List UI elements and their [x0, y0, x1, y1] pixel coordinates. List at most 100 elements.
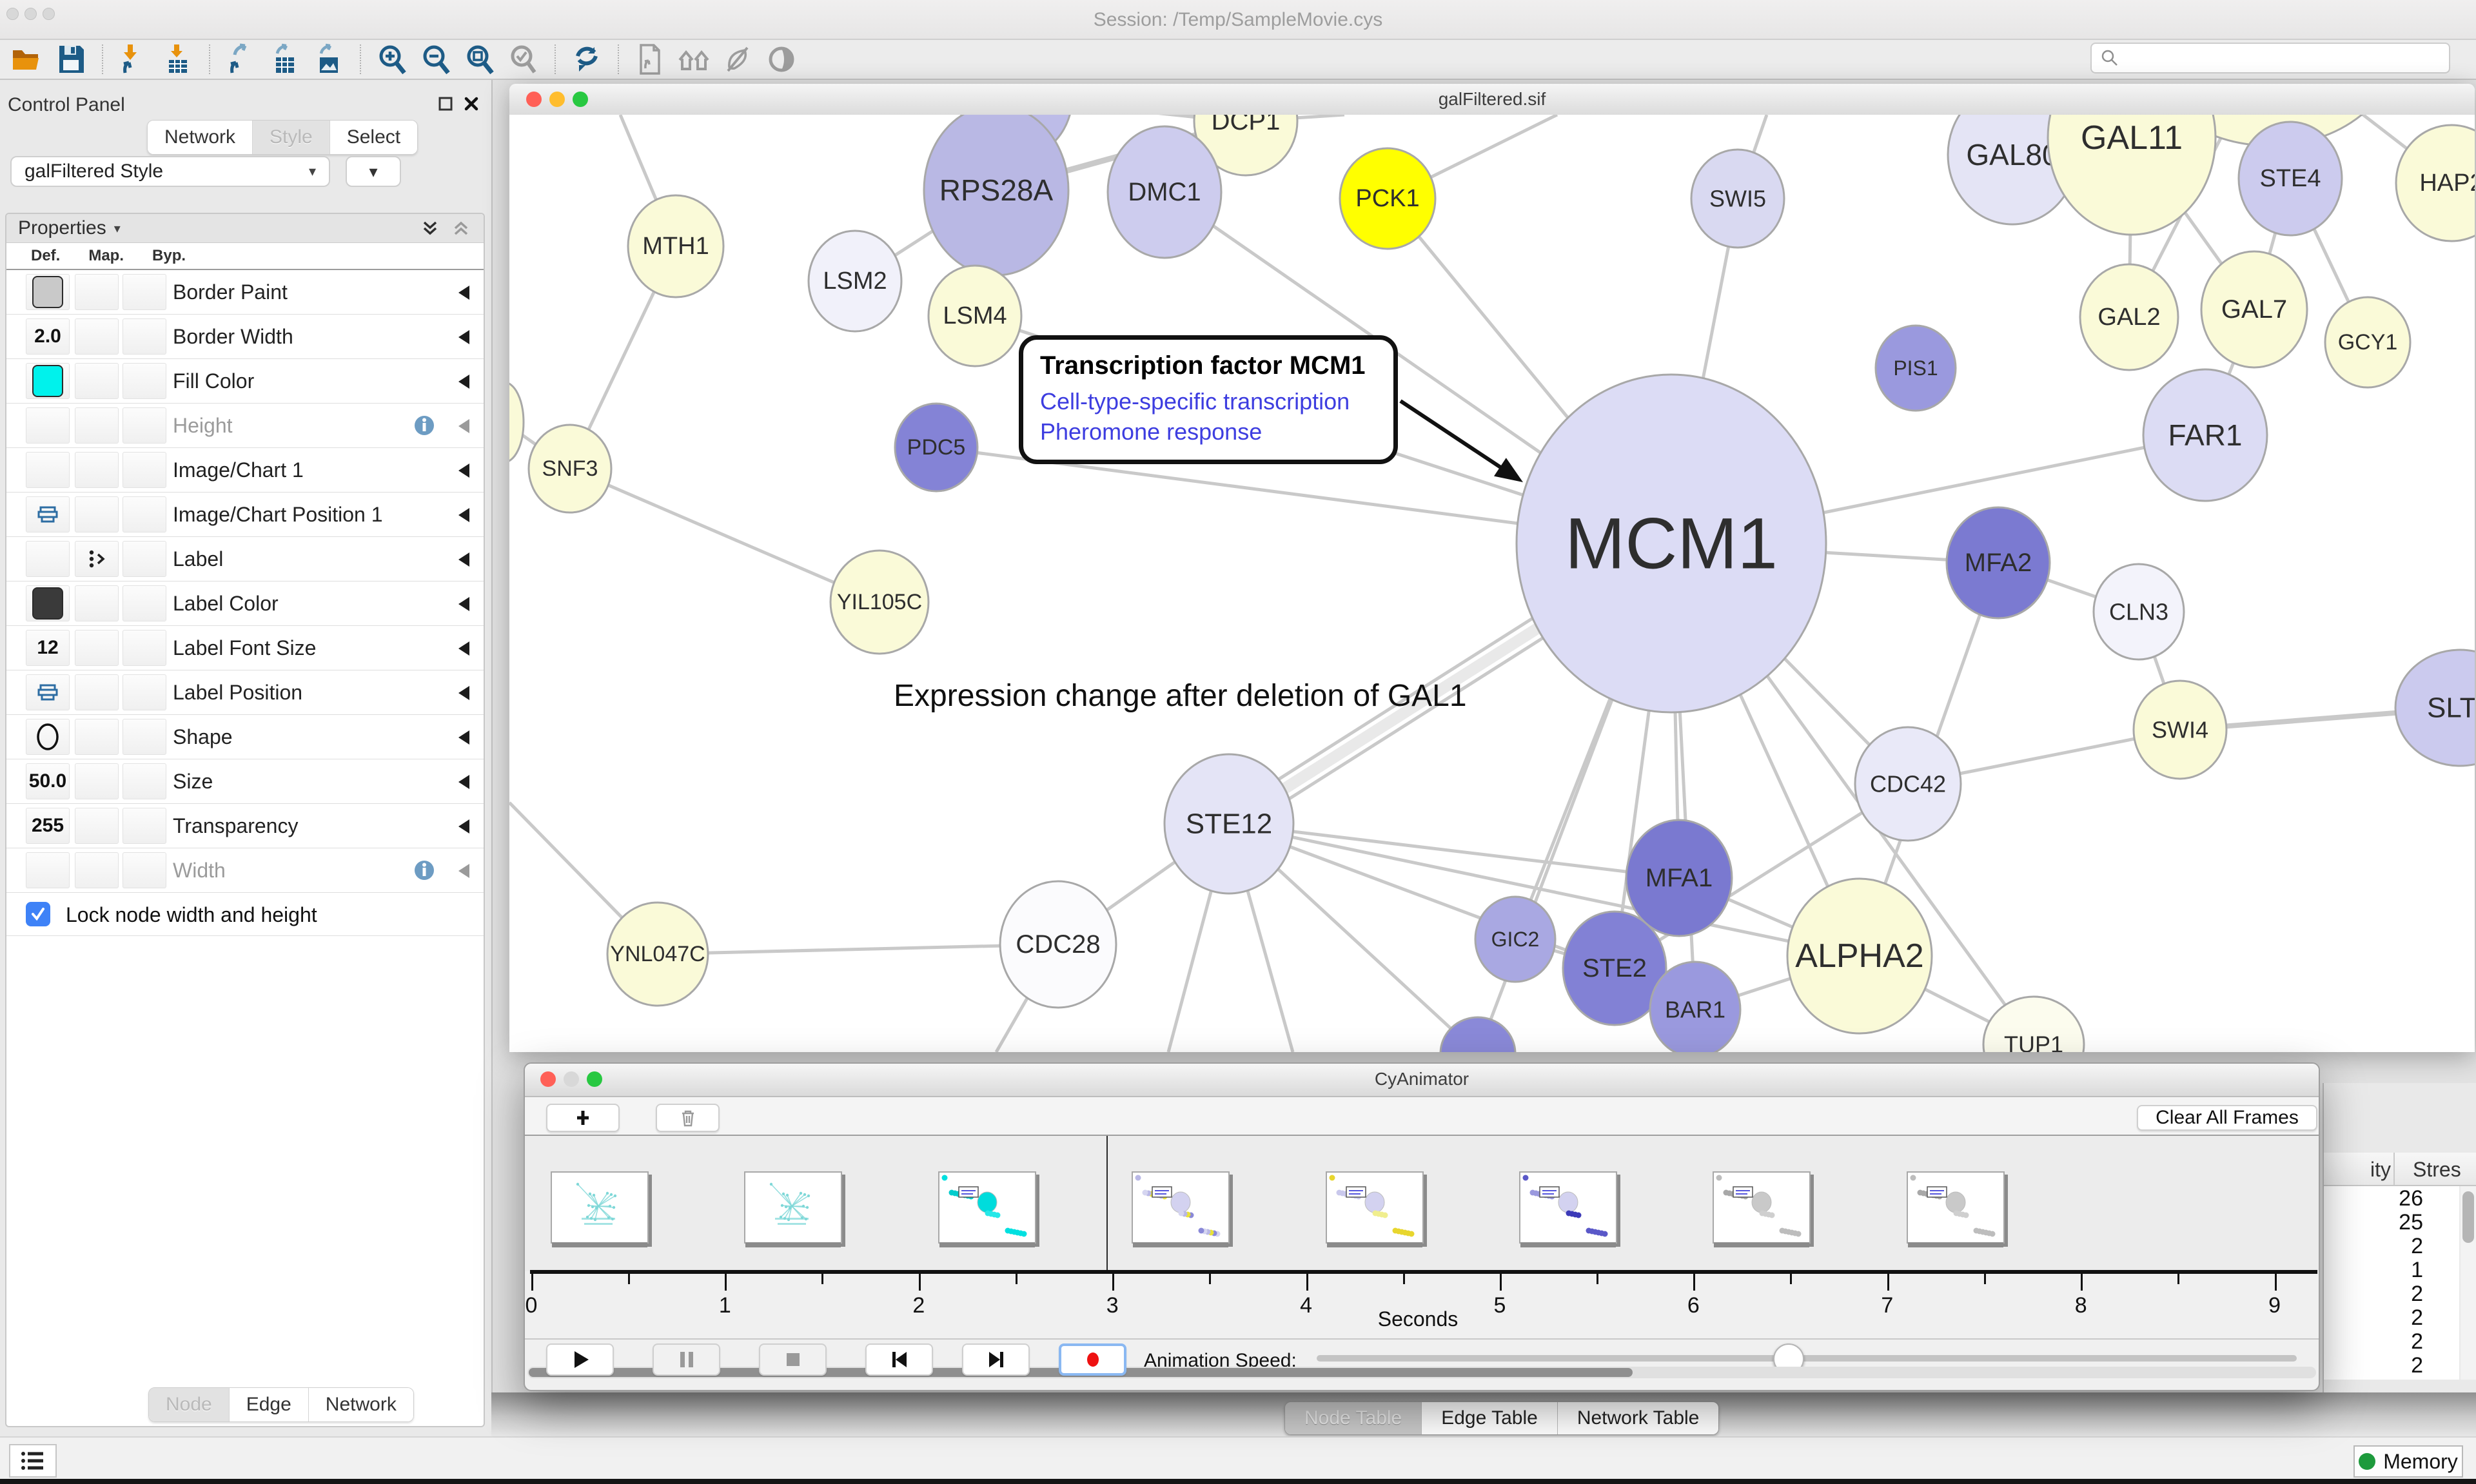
- zoom-in-icon[interactable]: [373, 42, 411, 77]
- bypass-cell[interactable]: [123, 630, 166, 666]
- network-node-HAP2[interactable]: HAP2: [2396, 125, 2475, 241]
- default-value-cell[interactable]: [26, 407, 70, 444]
- network-node-STE4[interactable]: STE4: [2239, 122, 2342, 235]
- record-button[interactable]: [1059, 1343, 1126, 1376]
- property-row-label[interactable]: Label: [6, 537, 484, 581]
- discrete-mapping-icon[interactable]: [75, 541, 119, 577]
- frame-thumbnail-0s[interactable]: [551, 1171, 649, 1244]
- table-row[interactable]: 2: [2324, 1329, 2459, 1353]
- zoom-fit-icon[interactable]: [461, 42, 498, 77]
- bypass-cell[interactable]: [123, 808, 166, 844]
- table-row[interactable]: 1: [2324, 1258, 2459, 1282]
- frame-thumbnail-2s[interactable]: [938, 1171, 1036, 1244]
- bypass-cell[interactable]: [123, 274, 166, 310]
- delete-frame-button[interactable]: [656, 1104, 720, 1132]
- tab-edge-table[interactable]: Edge Table: [1422, 1402, 1558, 1434]
- close-panel-icon[interactable]: [462, 94, 481, 113]
- network-node-LSM2[interactable]: LSM2: [809, 231, 901, 331]
- network-node-SWI5[interactable]: SWI5: [1691, 150, 1784, 248]
- network-edge[interactable]: [658, 944, 1058, 954]
- collapse-arrow-icon[interactable]: [458, 464, 469, 478]
- network-node-FAR1[interactable]: FAR1: [2143, 369, 2267, 501]
- zoom-out-icon[interactable]: [417, 42, 455, 77]
- table-column-header[interactable]: Stres: [2413, 1158, 2461, 1182]
- network-node-leftsliver[interactable]: [509, 382, 524, 462]
- default-value-cell[interactable]: 50.0: [26, 763, 70, 799]
- lock-checkbox[interactable]: [26, 902, 50, 926]
- style-select[interactable]: galFiltered Style ▾: [10, 156, 330, 187]
- bypass-cell[interactable]: [123, 585, 166, 621]
- network-node-SNF3[interactable]: SNF3: [529, 425, 611, 513]
- mapping-cell[interactable]: [75, 852, 119, 888]
- style-options-button[interactable]: ▾: [346, 156, 401, 187]
- default-value-cell[interactable]: [26, 719, 70, 755]
- collapse-arrow-icon[interactable]: [458, 508, 469, 522]
- show-all-icon[interactable]: [763, 42, 800, 77]
- table-row[interactable]: 2: [2324, 1282, 2459, 1305]
- property-row-width[interactable]: Width: [6, 848, 484, 893]
- network-canvas[interactable]: RPS28ADCP1DMC1PCK1MTH1LSM2LSM4SNF3PDC5YI…: [509, 115, 2475, 1052]
- annotation-box[interactable]: Transcription factor MCM1 Cell-type-spec…: [1019, 335, 1398, 464]
- stop-button[interactable]: [759, 1343, 827, 1376]
- default-value-cell[interactable]: [26, 585, 70, 621]
- apply-layout-icon[interactable]: [568, 42, 605, 77]
- pause-button[interactable]: [653, 1343, 720, 1376]
- network-node-DMC1[interactable]: DMC1: [1108, 126, 1221, 258]
- table-row[interactable]: 2: [2324, 1353, 2459, 1377]
- network-node-RPS28A[interactable]: RPS28A: [924, 115, 1068, 275]
- network-node-YIL105C[interactable]: YIL105C: [830, 551, 928, 654]
- mapping-cell[interactable]: [75, 274, 119, 310]
- network-node-GAL2[interactable]: GAL2: [2080, 264, 2178, 370]
- network-node-PDC5[interactable]: PDC5: [895, 404, 978, 491]
- bypass-cell[interactable]: [123, 719, 166, 755]
- tab-edge[interactable]: Edge: [230, 1388, 309, 1421]
- default-value-cell[interactable]: [26, 541, 70, 577]
- frame-thumbnail-4s[interactable]: [1326, 1171, 1424, 1244]
- property-row-height[interactable]: Height: [6, 404, 484, 448]
- mapping-cell[interactable]: [75, 585, 119, 621]
- network-node-botcut[interactable]: [1440, 1017, 1515, 1052]
- mapping-cell[interactable]: [75, 808, 119, 844]
- network-node-SWI4[interactable]: SWI4: [2134, 681, 2226, 779]
- tab-node-table[interactable]: Node Table: [1285, 1402, 1422, 1434]
- tab-node[interactable]: Node: [149, 1388, 230, 1421]
- position-icon[interactable]: [26, 496, 70, 532]
- table-scrollbar[interactable]: [2461, 1186, 2476, 1380]
- network-node-ALPHA2[interactable]: ALPHA2: [1787, 879, 1932, 1033]
- bypass-cell[interactable]: [123, 496, 166, 532]
- table-row[interactable]: 2: [2324, 1305, 2459, 1329]
- property-row-image-chart-1[interactable]: Image/Chart 1: [6, 448, 484, 493]
- property-row-label-font-size[interactable]: 12Label Font Size: [6, 626, 484, 670]
- network-node-PCK1[interactable]: PCK1: [1340, 148, 1435, 249]
- collapse-arrow-icon[interactable]: [458, 730, 469, 745]
- info-icon[interactable]: [413, 859, 436, 885]
- network-edge[interactable]: [570, 469, 879, 602]
- tab-select[interactable]: Select: [330, 121, 417, 154]
- import-table-icon[interactable]: [159, 42, 197, 77]
- property-row-label-color[interactable]: Label Color: [6, 581, 484, 626]
- property-row-label-position[interactable]: Label Position: [6, 670, 484, 715]
- network-node-PIS1[interactable]: PIS1: [1876, 326, 1956, 411]
- network-node-SLT2[interactable]: SLT2: [2395, 650, 2475, 766]
- hide-selected-icon[interactable]: [719, 42, 756, 77]
- tab-style[interactable]: Style: [253, 121, 330, 154]
- default-value-cell[interactable]: [26, 852, 70, 888]
- float-panel-icon[interactable]: [436, 94, 455, 113]
- annotation-link[interactable]: Cell-type-specific transcription: [1040, 387, 1377, 417]
- frame-thumbnail-6s[interactable]: [1713, 1171, 1811, 1244]
- default-value-cell[interactable]: 2.0: [26, 318, 70, 355]
- animation-speed-slider[interactable]: [1317, 1355, 2297, 1362]
- expand-all-icon[interactable]: [419, 217, 441, 239]
- annotation-link[interactable]: Pheromone response: [1040, 417, 1377, 447]
- zoom-selected-icon[interactable]: [505, 42, 542, 77]
- property-row-border-width[interactable]: 2.0Border Width: [6, 315, 484, 359]
- mapping-cell[interactable]: [75, 452, 119, 488]
- open-session-icon[interactable]: [8, 42, 46, 77]
- default-value-cell[interactable]: [26, 363, 70, 399]
- network-window-titlebar[interactable]: galFiltered.sif: [509, 84, 2475, 116]
- clone-network-icon[interactable]: [631, 42, 669, 77]
- table-row[interactable]: 2: [2324, 1377, 2459, 1380]
- network-node-BAR1[interactable]: BAR1: [1650, 962, 1740, 1052]
- collapse-arrow-icon[interactable]: [458, 330, 469, 344]
- bypass-cell[interactable]: [123, 407, 166, 444]
